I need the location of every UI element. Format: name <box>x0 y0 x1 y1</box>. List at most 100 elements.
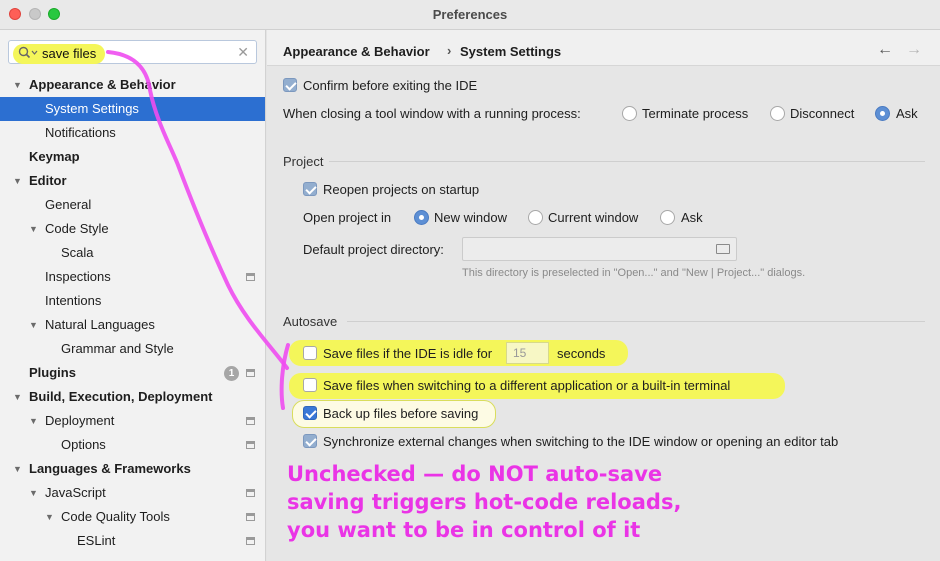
sidebar-item-label: Editor <box>29 173 67 188</box>
sidebar-item[interactable]: ▼ Appearance & Behavior <box>0 73 265 97</box>
window-title: Preferences <box>432 7 508 22</box>
idle-seconds-input[interactable]: 15 <box>506 342 549 364</box>
current-window-radio[interactable] <box>528 210 543 225</box>
sidebar-item[interactable]: Plugins 1 <box>0 361 265 385</box>
confirm-exit-checkbox[interactable] <box>283 78 297 92</box>
sidebar-item[interactable]: Inspections <box>0 265 265 289</box>
chevron-down-icon[interactable]: ▼ <box>45 505 55 529</box>
back-arrow-icon[interactable]: ← <box>877 41 893 59</box>
sidebar-item[interactable]: ▼ Languages & Frameworks <box>0 457 265 481</box>
sidebar-item[interactable]: ▼ Natural Languages <box>0 313 265 337</box>
open-project-in-label: Open project in <box>303 210 392 225</box>
project-level-icon <box>246 489 255 497</box>
chevron-down-icon[interactable]: ▼ <box>29 481 39 505</box>
project-ask-label: Ask <box>681 210 703 225</box>
breadcrumb-current: System Settings <box>460 44 562 59</box>
default-project-directory-label: Default project directory: <box>303 242 444 257</box>
project-level-icon <box>246 417 255 425</box>
sidebar-item-label: Deployment <box>45 413 115 428</box>
project-divider <box>329 161 925 162</box>
backup-files-checkbox[interactable] <box>303 406 317 420</box>
project-level-icon <box>246 513 255 521</box>
current-window-label: Current window <box>548 210 639 225</box>
sidebar-item-label: JavaScript <box>45 485 106 500</box>
settings-search-box[interactable]: ✕ <box>8 40 257 64</box>
disconnect-label: Disconnect <box>790 106 855 121</box>
sidebar-item-label: Scala <box>61 245 94 260</box>
closing-process-label: When closing a tool window with a runnin… <box>283 106 581 121</box>
confirm-exit-label: Confirm before exiting the IDE <box>303 78 478 93</box>
sidebar-item[interactable]: ▼ Code Quality Tools <box>0 505 265 529</box>
backup-files-label: Back up files before saving <box>323 406 479 421</box>
sidebar-item-label: Build, Execution, Deployment <box>29 389 213 404</box>
reopen-projects-label: Reopen projects on startup <box>323 182 480 197</box>
project-level-icon <box>246 369 255 377</box>
chevron-down-icon[interactable]: ▼ <box>29 409 39 433</box>
sidebar-item[interactable]: ▼ Deployment <box>0 409 265 433</box>
save-on-frame-deactivation-label: Save files when switching to a different… <box>323 378 731 393</box>
sync-external-changes-checkbox[interactable] <box>303 434 317 448</box>
sidebar-item-label: Inspections <box>45 269 111 284</box>
title-bar: Preferences <box>0 0 940 30</box>
folder-icon[interactable] <box>716 244 730 254</box>
save-on-frame-deactivation-checkbox[interactable] <box>303 378 317 392</box>
autosave-section-title: Autosave <box>283 314 338 329</box>
annotation-line-1: Unchecked — do NOT auto-save <box>287 462 663 486</box>
project-section-title: Project <box>283 154 324 169</box>
terminate-process-radio[interactable] <box>622 106 637 121</box>
clear-search-icon[interactable]: ✕ <box>237 44 249 61</box>
sidebar-item-label: System Settings <box>45 101 139 116</box>
default-project-directory-field[interactable] <box>462 237 737 261</box>
search-icon[interactable] <box>18 46 38 60</box>
save-on-idle-checkbox[interactable] <box>303 346 317 360</box>
sidebar-item-label: Appearance & Behavior <box>29 77 176 92</box>
sidebar-item[interactable]: Keymap <box>0 145 265 169</box>
sidebar-item-label: Code Style <box>45 221 109 236</box>
breadcrumb: Appearance & Behavior › System Settings … <box>267 30 940 66</box>
search-input[interactable] <box>42 44 232 62</box>
sidebar-item[interactable]: ESLint <box>0 529 265 553</box>
chevron-down-icon[interactable]: ▼ <box>13 73 23 97</box>
reopen-projects-checkbox[interactable] <box>303 182 317 196</box>
annotation-line-3: you want to be in control of it <box>287 518 641 542</box>
chevron-down-icon[interactable]: ▼ <box>29 313 39 337</box>
sidebar-item-label: Intentions <box>45 293 102 308</box>
sidebar-item[interactable]: ▼ Build, Execution, Deployment <box>0 385 265 409</box>
chevron-down-icon[interactable]: ▼ <box>13 457 23 481</box>
sync-external-changes-label: Synchronize external changes when switch… <box>323 434 839 449</box>
chevron-down-icon[interactable]: ▼ <box>13 385 23 409</box>
sidebar-item[interactable]: System Settings <box>0 97 265 121</box>
sidebar-item[interactable]: General <box>0 193 265 217</box>
disconnect-radio[interactable] <box>770 106 785 121</box>
update-count-badge: 1 <box>224 366 239 381</box>
sidebar-item-label: Natural Languages <box>45 317 155 332</box>
forward-arrow-icon[interactable]: → <box>906 41 922 59</box>
sidebar-item-label: Plugins <box>29 365 76 380</box>
annotation-text: Unchecked — do NOT auto-save saving trig… <box>287 460 681 544</box>
chevron-down-icon[interactable]: ▼ <box>13 169 23 193</box>
sidebar-item[interactable]: Options <box>0 433 265 457</box>
sidebar-item[interactable]: Intentions <box>0 289 265 313</box>
save-on-idle-label: Save files if the IDE is idle for <box>323 346 493 361</box>
idle-seconds-unit: seconds <box>557 346 606 361</box>
project-ask-radio[interactable] <box>660 210 675 225</box>
sidebar-item[interactable]: Grammar and Style <box>0 337 265 361</box>
new-window-radio[interactable] <box>414 210 429 225</box>
terminate-process-label: Terminate process <box>642 106 749 121</box>
sidebar-item-label: Options <box>61 437 106 452</box>
settings-sidebar: ✕ ▼ Appearance & Behavior System Settings N… <box>0 30 266 561</box>
sidebar-item[interactable]: Notifications <box>0 121 265 145</box>
settings-tree: ▼ Appearance & Behavior System Settings Not… <box>0 73 265 553</box>
breadcrumb-separator-icon: › <box>447 43 452 58</box>
ask-radio[interactable] <box>875 106 890 121</box>
sidebar-item[interactable]: ▼ Editor <box>0 169 265 193</box>
sidebar-item-label: Languages & Frameworks <box>29 461 191 476</box>
chevron-down-icon[interactable]: ▼ <box>29 217 39 241</box>
sidebar-item[interactable]: Scala <box>0 241 265 265</box>
project-level-icon <box>246 441 255 449</box>
sidebar-item[interactable]: ▼ Code Style <box>0 217 265 241</box>
sidebar-item[interactable]: ▼ JavaScript <box>0 481 265 505</box>
ask-label: Ask <box>896 106 918 121</box>
sidebar-item-label: Code Quality Tools <box>61 509 170 524</box>
breadcrumb-parent[interactable]: Appearance & Behavior <box>283 44 430 59</box>
